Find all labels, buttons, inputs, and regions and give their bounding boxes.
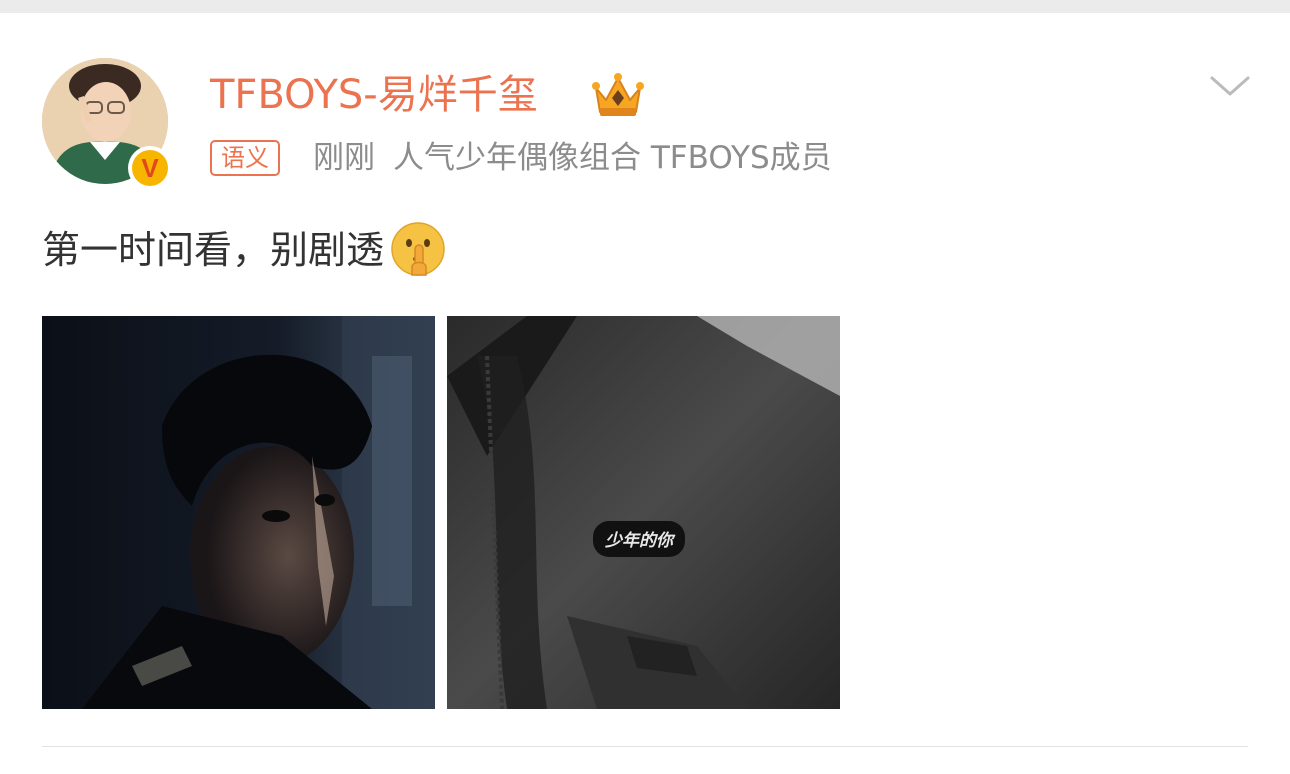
post-photo-2[interactable]: 少年的你 <box>447 316 840 709</box>
post-time: 刚刚 <box>313 140 375 176</box>
vip-crown-icon[interactable] <box>590 70 646 120</box>
author-description: 人气少年偶像组合 TFBOYS成员 <box>393 140 832 176</box>
top-strip <box>0 0 1290 13</box>
post-meta: 刚刚 人气少年偶像组合 TFBOYS成员 <box>313 136 832 180</box>
semantic-tag[interactable]: 语义 <box>210 140 280 176</box>
post-photo-1[interactable] <box>42 316 435 709</box>
post-text: 第一时间看，别剧透 <box>42 221 446 281</box>
shushing-face-icon <box>391 221 445 276</box>
verified-badge: V <box>128 146 172 190</box>
post-body: 第一时间看，别剧透 <box>42 228 385 272</box>
verified-v-icon: V <box>132 150 168 186</box>
chevron-down-icon[interactable] <box>1208 72 1252 102</box>
post-divider <box>42 746 1248 747</box>
jacket-patch-text: 少年的你 <box>605 531 676 551</box>
author-name[interactable]: TFBOYS-易烊千玺 <box>210 70 538 120</box>
